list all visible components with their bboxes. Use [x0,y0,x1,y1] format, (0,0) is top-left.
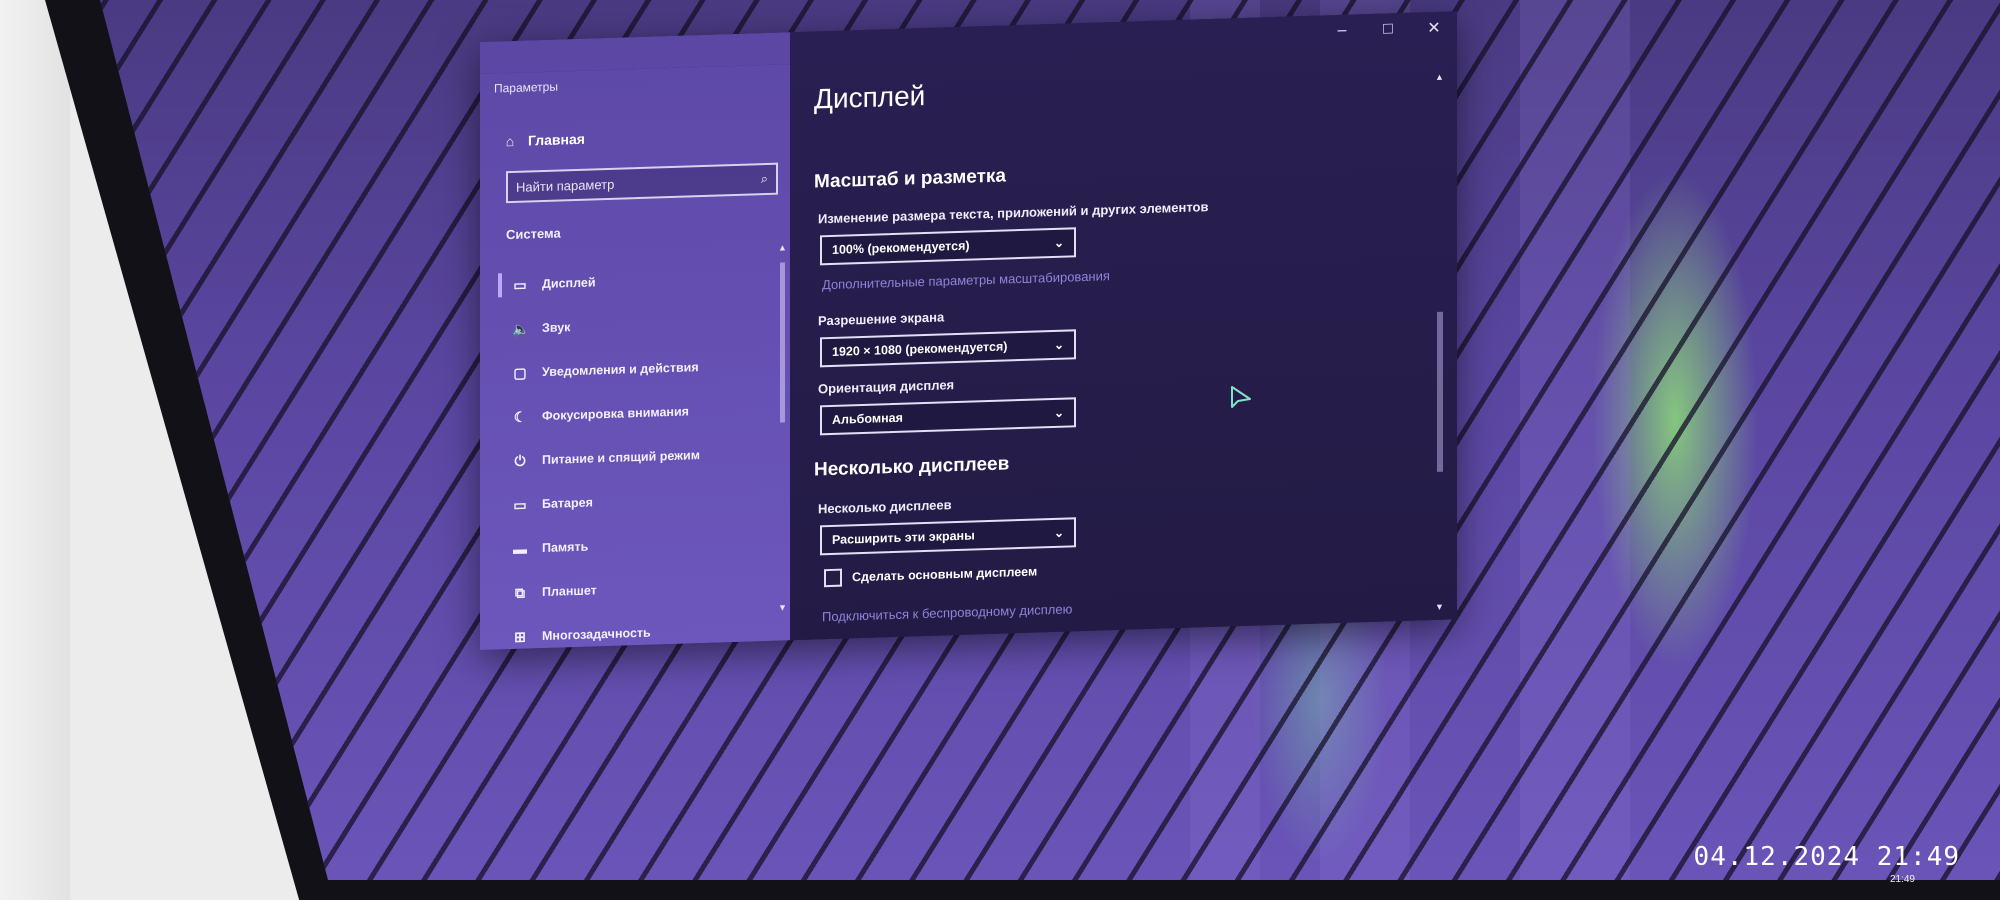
orientation-dropdown[interactable]: Альбомная ⌄ [820,397,1076,436]
resolution-value: 1920 × 1080 (рекомендуется) [832,339,1008,359]
tablet-icon: ⧉ [515,584,525,601]
search-placeholder: Найти параметр [516,176,615,195]
sidebar-item-label: Звук [542,320,571,336]
scrollbar-thumb[interactable] [1437,311,1443,472]
notification-icon: ▢ [513,364,527,381]
power-icon: ⏻ [514,452,526,469]
monitor-icon: ▭ [513,276,527,293]
orientation-label: Ориентация дисплея [818,377,955,397]
window-title: Параметры [494,79,558,96]
speaker-icon: 🔈 [512,319,530,337]
multi-display-label: Несколько дисплеев [818,497,952,517]
content-scrollbar[interactable]: ▲ ▼ [1435,72,1445,612]
scale-value: 100% (рекомендуется) [832,238,970,257]
orientation-value: Альбомная [832,410,903,427]
scroll-down-arrow-icon[interactable]: ▼ [778,602,787,612]
scale-dropdown[interactable]: 100% (рекомендуется) ⌄ [820,227,1076,266]
sidebar-item-label: Батарея [542,495,593,512]
home-nav-item[interactable]: ⌂ Главная [502,131,585,150]
sidebar-item-label: Питание и спящий режим [542,448,700,468]
scale-section-heading: Масштаб и разметка [814,165,1007,193]
sidebar-item-label: Память [542,539,589,556]
main-display-option[interactable]: Сделать основным дисплеем [824,562,1038,588]
taskbar-clock: 21:49 [1889,874,1915,885]
scale-label: Изменение размера текста, приложений и д… [818,199,1209,227]
chevron-down-icon: ⌄ [1053,405,1064,420]
multi-display-heading: Несколько дисплеев [814,453,1010,481]
resolution-label: Разрешение экрана [818,309,945,329]
chevron-down-icon: ⌄ [1053,337,1064,352]
sidebar-section-title: Система [506,225,561,243]
multi-display-value: Расширить эти экраны [832,528,975,547]
wireless-display-link[interactable]: Подключиться к беспроводному дисплею [822,601,1072,624]
wall-background [0,0,70,900]
home-icon: ⌂ [505,132,515,150]
sidebar-item-label: Уведомления и действия [542,360,699,380]
sidebar-nav: ▭ Дисплей 🔈 Звук ▢ Уведомления и действи… [498,255,768,659]
resolution-dropdown[interactable]: 1920 × 1080 (рекомендуется) ⌄ [820,329,1076,368]
sidebar-item-label: Планшет [542,583,597,600]
multitasking-icon: ⊞ [514,628,526,645]
settings-window: Параметры ⌂ Главная Найти параметр ⌕ Сис… [480,11,1457,651]
main-display-checkbox[interactable] [824,568,842,588]
minimize-button[interactable]: – [1319,14,1365,47]
settings-content: – □ ✕ Дисплей Масштаб и разметка Изменен… [790,11,1457,641]
scroll-up-arrow-icon[interactable]: ▲ [1435,72,1444,82]
maximize-button[interactable]: □ [1365,13,1411,46]
sidebar-item-multitasking[interactable]: ⊞ Многозадачность [498,607,768,659]
sidebar-item-label: Фокусировка внимания [542,404,689,424]
main-display-label: Сделать основным дисплеем [852,564,1038,585]
sidebar-item-label: Дисплей [542,275,596,292]
photo-timestamp: 04.12.2024 21:49 [1693,842,1960,872]
scrollbar-thumb[interactable] [780,262,785,423]
moon-icon: ☾ [513,408,527,425]
close-button[interactable]: ✕ [1411,11,1457,44]
battery-icon: ▭ [513,496,527,513]
home-label: Главная [528,130,585,149]
scroll-down-arrow-icon[interactable]: ▼ [1435,602,1444,612]
sidebar-scrollbar[interactable]: ▲ ▼ [778,242,787,612]
multi-display-dropdown[interactable]: Расширить эти экраны ⌄ [820,517,1076,556]
sidebar-item-label: Многозадачность [542,625,651,644]
advanced-scaling-link[interactable]: Дополнительные параметры масштабирования [822,268,1110,292]
chevron-down-icon: ⌄ [1053,525,1064,540]
page-title: Дисплей [814,80,926,115]
chevron-down-icon: ⌄ [1053,235,1064,250]
mouse-cursor-icon [1231,386,1251,408]
window-controls: – □ ✕ [1319,11,1457,47]
storage-icon: ▬ [513,540,527,557]
scroll-up-arrow-icon[interactable]: ▲ [778,242,787,252]
search-icon: ⌕ [760,170,768,187]
